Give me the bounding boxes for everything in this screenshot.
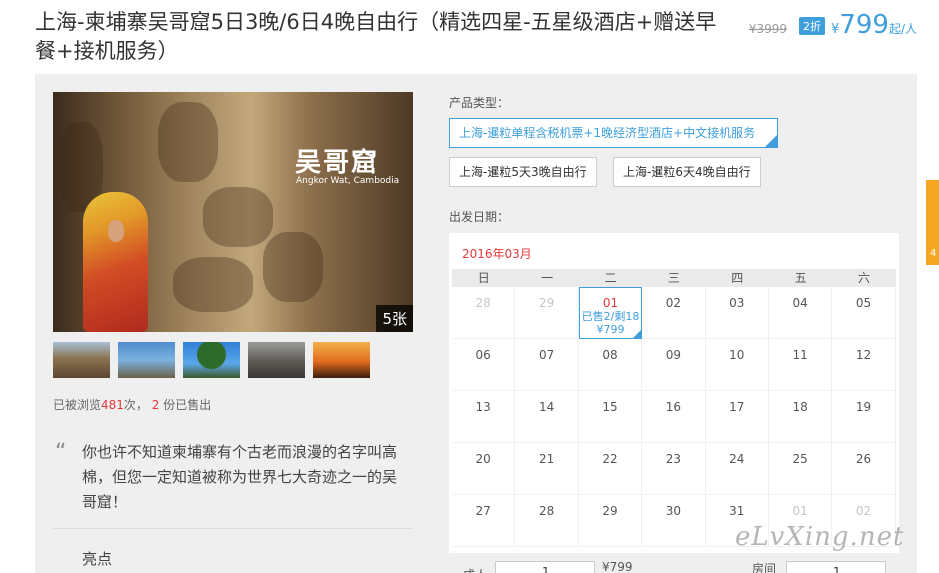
main-photo[interactable]: 吴哥窟 Angkor Wat, Cambodia 5张 — [53, 92, 413, 332]
calendar-day[interactable]: 07 — [515, 339, 579, 391]
price-unit: 起/人 — [888, 22, 917, 36]
adult-quantity-stepper[interactable]: 1 — [495, 561, 595, 573]
calendar-day[interactable]: 27 — [452, 495, 516, 547]
sale-price: 799 — [839, 10, 889, 40]
calendar-day[interactable]: 15 — [578, 391, 643, 443]
selected-corner-icon — [633, 330, 642, 338]
option-6d4n[interactable]: 上海-暹粒6天4晚自由行 — [613, 157, 761, 187]
calendar-day[interactable]: 11 — [768, 339, 833, 391]
calendar-day[interactable]: 28 — [515, 495, 579, 547]
calendar-day[interactable]: 18 — [768, 391, 833, 443]
calendar-day[interactable]: 09 — [642, 339, 706, 391]
stock-info: 已售2/剩18 — [581, 310, 640, 323]
calendar-day[interactable]: 29 — [515, 287, 579, 339]
calendar-day[interactable]: 20 — [452, 443, 516, 495]
thumbnail-strip — [53, 342, 370, 378]
watermark: eLvXing.net — [735, 522, 905, 552]
calendar-day[interactable]: 30 — [642, 495, 706, 547]
intro-text: 你也许不知道柬埔寨有个古老而浪漫的名字叫高棉，但您一定知道被称为世界七大奇迹之一… — [82, 443, 398, 511]
photo-subtitle: Angkor Wat, Cambodia — [296, 176, 400, 186]
calendar-day[interactable]: 04 — [768, 287, 833, 339]
calendar-day[interactable]: 22 — [578, 443, 643, 495]
room-quantity-stepper[interactable]: 1 — [786, 561, 886, 573]
calendar-grid: 28 29 01 已售2/剩18 ¥799 02 03 04 05 06 07 08 09 10 11 12 1… — [452, 287, 896, 547]
side-tab[interactable]: 4 — [926, 180, 939, 265]
thumbnail-3[interactable] — [183, 342, 240, 378]
calendar-day[interactable]: 21 — [515, 443, 579, 495]
calendar-weekdays: 日 一 二 三 四 五 六 — [452, 269, 896, 287]
original-price: ¥3999 — [748, 22, 788, 36]
calendar-day[interactable]: 23 — [642, 443, 706, 495]
adult-price: ¥799 — [602, 560, 633, 573]
calendar-day[interactable]: 16 — [642, 391, 706, 443]
calendar-day[interactable]: 12 — [832, 339, 896, 391]
calendar-day[interactable]: 08 — [578, 339, 643, 391]
view-count: 481 — [101, 398, 124, 412]
calendar-day[interactable]: 14 — [515, 391, 579, 443]
calendar-day[interactable]: 06 — [452, 339, 516, 391]
product-panel: 吴哥窟 Angkor Wat, Cambodia 5张 已被浏览481次， 2 … — [35, 74, 917, 573]
discount-badge: 2折 — [799, 17, 826, 35]
browse-stats: 已被浏览481次， 2 份已售出 — [53, 398, 212, 412]
calendar-day[interactable]: 25 — [768, 443, 833, 495]
thumbnail-4[interactable] — [248, 342, 305, 378]
option-5d3n[interactable]: 上海-暹粒5天3晚自由行 — [449, 157, 597, 187]
day-price: ¥799 — [596, 323, 625, 336]
woman-figure — [83, 192, 148, 332]
calendar-day[interactable]: 29 — [578, 495, 643, 547]
room-label: 房间 — [752, 562, 777, 573]
photo-title: 吴哥窟 — [295, 148, 380, 178]
calendar-day[interactable]: 05 — [832, 287, 896, 339]
product-title: 上海-柬埔寨吴哥窟5日3晚/6日4晚自由行（精选四星-五星级酒店+赠送早餐+接机… — [35, 10, 717, 63]
calendar-day[interactable]: 17 — [705, 391, 769, 443]
thumbnail-2[interactable] — [118, 342, 175, 378]
calendar-month: 2016年03月 — [462, 247, 532, 261]
calendar-day[interactable]: 19 — [832, 391, 896, 443]
calendar-day[interactable]: 24 — [705, 443, 769, 495]
thumbnail-5[interactable] — [313, 342, 370, 378]
departure-date-label: 出发日期： — [449, 210, 510, 224]
calendar-day[interactable]: 03 — [705, 287, 769, 339]
adult-label: 成人 — [463, 566, 487, 573]
option-ticket-hotel[interactable]: 上海-暹粒单程含税机票+1晚经济型酒店+中文接机服务 — [449, 118, 778, 148]
quote-icon: “ — [55, 440, 67, 465]
photo-count[interactable]: 5张 — [376, 305, 413, 332]
calendar-day-selected[interactable]: 01 已售2/剩18 ¥799 — [578, 287, 643, 339]
highlights-heading: 亮点 — [82, 550, 113, 568]
departure-calendar: 2016年03月 日 一 二 三 四 五 六 28 29 01 已售2/剩18 ¥799… — [449, 233, 899, 553]
sold-count: 2 — [151, 398, 160, 412]
divider — [53, 528, 413, 529]
calendar-day[interactable]: 13 — [452, 391, 516, 443]
calendar-day[interactable]: 26 — [832, 443, 896, 495]
calendar-day[interactable]: 10 — [705, 339, 769, 391]
product-type-label: 产品类型： — [449, 96, 510, 110]
selected-corner-icon — [765, 135, 777, 147]
currency-symbol: ¥ — [831, 22, 840, 37]
calendar-day[interactable]: 28 — [452, 287, 516, 339]
calendar-day[interactable]: 02 — [642, 287, 706, 339]
price-box: ¥3999 2折 ¥ 799 起/人 — [749, 10, 917, 40]
thumbnail-1[interactable] — [53, 342, 110, 378]
